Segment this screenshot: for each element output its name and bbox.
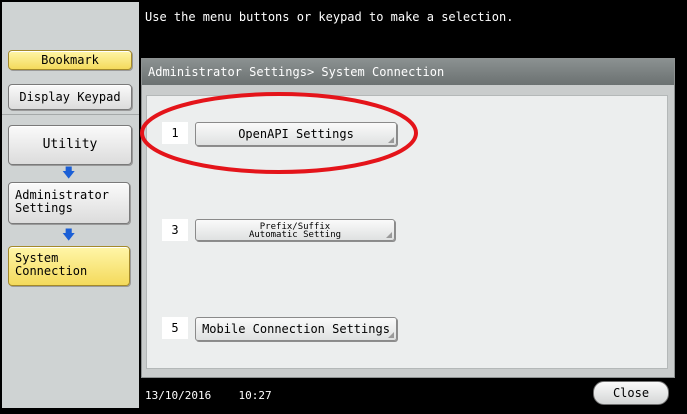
breadcrumb-system-connection[interactable]: System Connection: [8, 246, 130, 286]
menu-number: 5: [162, 317, 188, 339]
breadcrumb-label-line2: Connection: [15, 264, 88, 278]
arrow-down-icon: 🡇: [62, 228, 76, 243]
corner-mark-icon: [386, 232, 392, 238]
bookmark-button[interactable]: Bookmark: [8, 50, 132, 70]
mobile-connection-settings-button[interactable]: Mobile Connection Settings: [195, 317, 397, 341]
breadcrumb-administrator-settings[interactable]: Administrator Settings: [8, 182, 130, 224]
datetime-display: 13/10/2016 10:27: [145, 389, 272, 402]
corner-mark-icon: [388, 137, 394, 143]
arrow-down-icon: 🡇: [62, 166, 76, 181]
corner-mark-icon: [388, 332, 394, 338]
openapi-settings-button[interactable]: OpenAPI Settings: [195, 122, 397, 146]
breadcrumb-label-line2: Settings: [15, 201, 73, 215]
left-pane: Bookmark Display Keypad Utility 🡇 Admini…: [2, 2, 139, 408]
menu-number: 3: [162, 219, 188, 241]
breadcrumb-utility[interactable]: Utility: [8, 125, 132, 165]
menu-number: 1: [162, 122, 188, 144]
menu-item-label: Mobile Connection Settings: [202, 322, 390, 336]
date-text: 13/10/2016: [145, 389, 212, 402]
close-button[interactable]: Close: [593, 381, 669, 405]
menu-item-label-line2: Automatic Setting: [248, 230, 342, 240]
menu-area: 1 OpenAPI Settings 3 Prefix/Suffix Autom…: [146, 95, 668, 369]
menu-item-label: OpenAPI Settings: [238, 127, 354, 141]
instruction-message: Use the menu buttons or keypad to make a…: [145, 10, 514, 24]
prefix-suffix-automatic-setting-button[interactable]: Prefix/Suffix Automatic Setting: [195, 219, 395, 241]
page-title: Administrator Settings> System Connectio…: [142, 59, 674, 85]
divider: [2, 114, 139, 115]
display-keypad-button[interactable]: Display Keypad: [8, 84, 132, 110]
main-panel: Administrator Settings> System Connectio…: [141, 58, 675, 378]
time-text: 10:27: [238, 389, 272, 402]
